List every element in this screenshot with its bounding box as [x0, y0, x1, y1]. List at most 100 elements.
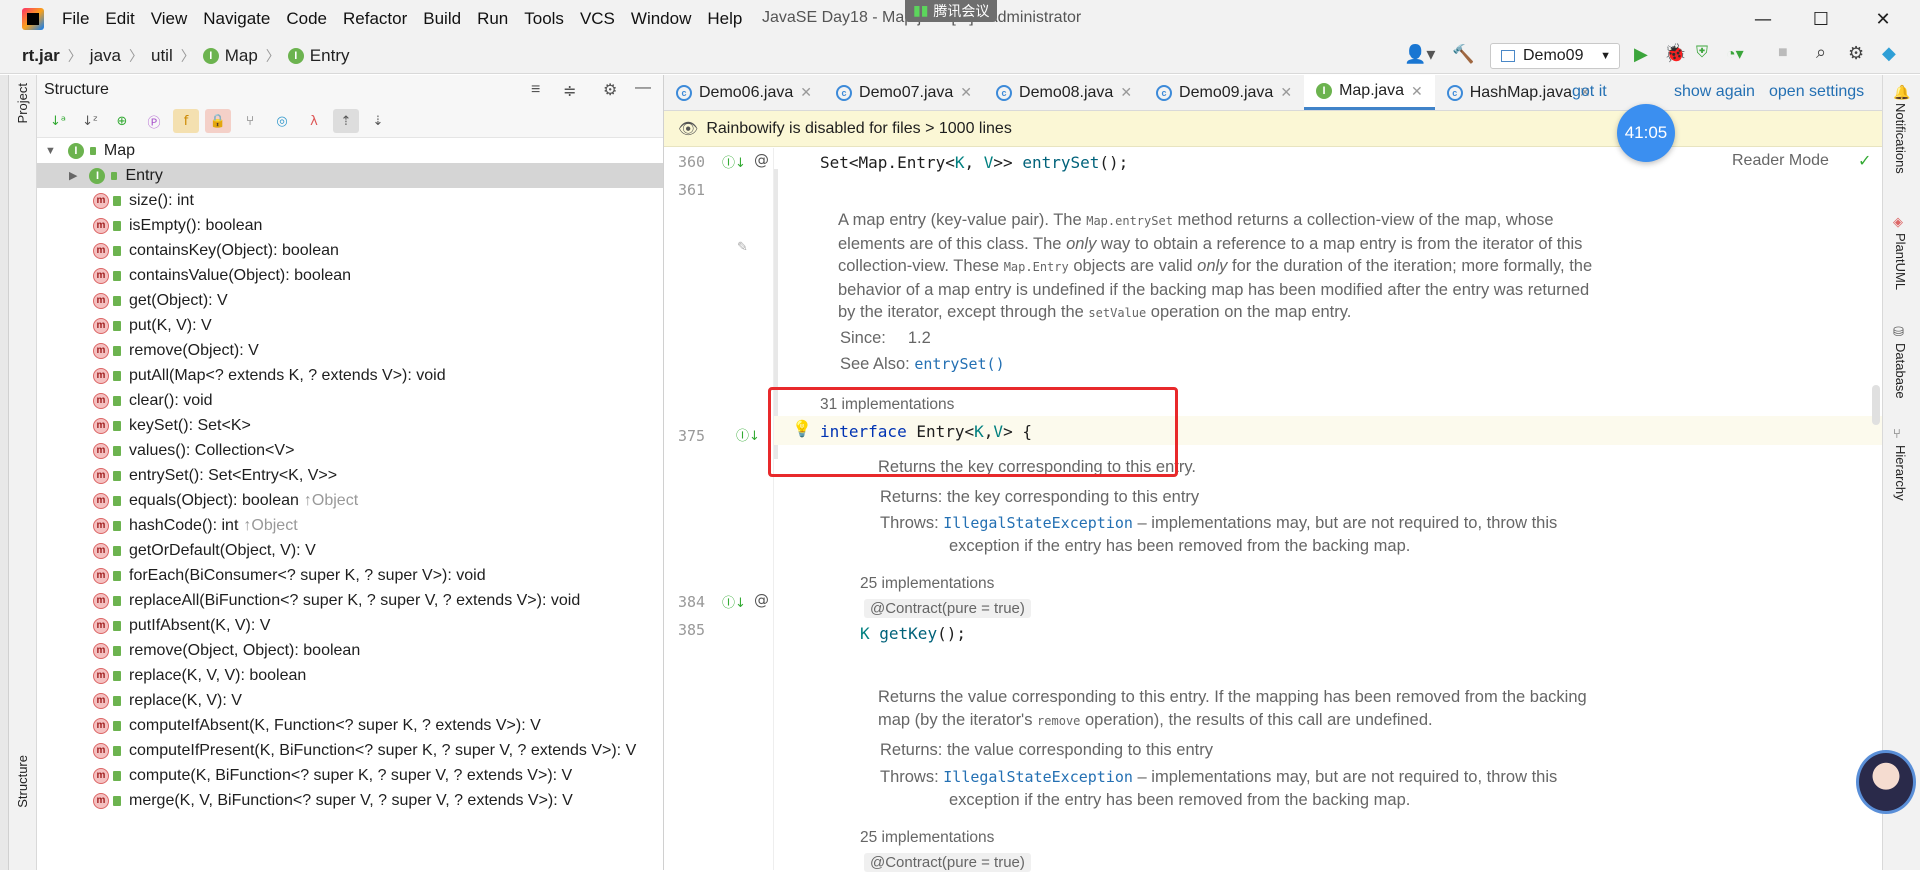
debug-icon[interactable]: 🐞 — [1664, 43, 1686, 64]
tab-demo07[interactable]: c Demo07.java ✕ — [824, 75, 984, 110]
menu-file[interactable]: File — [54, 9, 97, 29]
implementations-count[interactable]: 25 implementations — [860, 827, 994, 850]
code-line-384[interactable]: K getKey(); — [860, 624, 966, 643]
user-icon[interactable]: 👤▾ — [1404, 44, 1435, 65]
exception-link[interactable]: IllegalStateException — [943, 514, 1133, 532]
autoscroll-to-source-icon[interactable]: ⇡ — [333, 109, 359, 133]
tree-item-method[interactable]: m containsValue(Object): boolean — [37, 263, 663, 288]
coverage-icon[interactable]: ⛨ — [1696, 44, 1708, 62]
project-tool-button[interactable]: Project — [15, 83, 30, 123]
tree-item-method[interactable]: m containsKey(Object): boolean — [37, 238, 663, 263]
menu-view[interactable]: View — [143, 9, 196, 29]
hide-panel-icon[interactable]: — — [635, 79, 651, 97]
tab-demo06[interactable]: c Demo06.java ✕ — [664, 75, 824, 110]
exception-link[interactable]: IllegalStateException — [943, 768, 1133, 786]
code-line-360[interactable]: Set<Map.Entry<K, V>> entrySet(); — [820, 153, 1128, 172]
tree-item-method[interactable]: m size(): int — [37, 188, 663, 213]
expand-all-icon[interactable]: ≡ — [531, 81, 540, 99]
tree-item-method[interactable]: m replaceAll(BiFunction<? super K, ? supe… — [37, 588, 663, 613]
close-icon[interactable]: ✕ — [1280, 84, 1292, 101]
breadcrumb-jar[interactable]: rt.jar — [22, 46, 60, 66]
menu-code[interactable]: Code — [278, 9, 335, 29]
run-icon[interactable]: ▶ — [1634, 44, 1648, 65]
gear-icon[interactable]: ⚙ — [1848, 43, 1864, 64]
minimize-button[interactable]: — — [1734, 0, 1792, 38]
menu-tools[interactable]: Tools — [516, 9, 572, 29]
search-icon[interactable]: ⌕ — [1816, 42, 1826, 63]
reader-mode-button[interactable]: Reader Mode — [1732, 152, 1829, 170]
implementations-count[interactable]: 25 implementations — [860, 573, 994, 596]
gear-icon[interactable]: ⚙ — [603, 80, 617, 100]
show-properties-icon[interactable]: Ⓟ — [141, 109, 167, 133]
notifications-tool-button[interactable]: Notifications — [1893, 103, 1908, 174]
menu-navigate[interactable]: Navigate — [195, 9, 278, 29]
close-icon[interactable]: ✕ — [960, 84, 972, 101]
tab-map[interactable]: I Map.java ✕ — [1304, 75, 1435, 110]
menu-edit[interactable]: Edit — [97, 9, 142, 29]
show-non-public-icon[interactable]: 🔒 — [205, 109, 231, 133]
breadcrumb-util[interactable]: util — [151, 46, 173, 66]
structure-tool-button[interactable]: Structure — [15, 755, 30, 808]
tree-root-map[interactable]: ▼ I Map — [37, 138, 663, 163]
dont-show-again-link[interactable]: show again — [1674, 83, 1755, 101]
open-settings-link[interactable]: open settings — [1769, 83, 1864, 101]
menu-build[interactable]: Build — [415, 9, 469, 29]
tree-item-method[interactable]: m forEach(BiConsumer<? super K, ? super V… — [37, 563, 663, 588]
tree-item-method[interactable]: m computeIfPresent(K, BiFunction<? super … — [37, 738, 663, 763]
show-inherited-icon[interactable]: ⊕ — [109, 109, 135, 133]
tree-item-entry[interactable]: ▶ I Entry — [37, 163, 663, 188]
inspection-ok-icon[interactable]: ✓ — [1858, 151, 1871, 170]
tree-item-method[interactable]: m replace(K, V): V — [37, 688, 663, 713]
profile-icon[interactable]: ◔▾ — [1726, 44, 1744, 64]
tree-item-method[interactable]: m getOrDefault(Object, V): V — [37, 538, 663, 563]
tree-item-method[interactable]: m putAll(Map<? extends K, ? extends V>): … — [37, 363, 663, 388]
implementing-method-icon[interactable]: Ⓘ↓ — [722, 152, 746, 171]
tree-item-method[interactable]: m merge(K, V, BiFunction<? super V, ? sup… — [37, 788, 663, 813]
sort-alpha-icon[interactable]: ↓ᵃ — [45, 109, 71, 133]
tree-item-method[interactable]: m replace(K, V, V): boolean — [37, 663, 663, 688]
meeting-badge[interactable]: ▮▮ 腾讯会议 — [905, 0, 998, 22]
breadcrumb-java[interactable]: java — [90, 46, 121, 66]
database-icon[interactable]: ⛁ — [1893, 325, 1904, 340]
close-icon[interactable]: ✕ — [800, 84, 812, 101]
see-also-link[interactable]: entrySet() — [914, 355, 1004, 373]
database-tool-button[interactable]: Database — [1893, 343, 1908, 399]
bell-icon[interactable]: 🔔 — [1893, 85, 1910, 101]
show-fields-icon[interactable]: f — [173, 109, 199, 133]
edit-doc-icon[interactable]: ✎ — [737, 240, 748, 255]
sort-type-icon[interactable]: ↓ᶻ — [77, 109, 103, 133]
tree-item-method[interactable]: m get(Object): V — [37, 288, 663, 313]
tab-demo09[interactable]: c Demo09.java ✕ — [1144, 75, 1304, 110]
got-it-link[interactable]: got it — [1572, 83, 1607, 101]
menu-run[interactable]: Run — [469, 9, 516, 29]
menu-help[interactable]: Help — [699, 9, 750, 29]
tree-item-method[interactable]: m clear(): void — [37, 388, 663, 413]
breadcrumb-map[interactable]: I Map — [202, 46, 258, 66]
stop-icon[interactable]: ■ — [1778, 44, 1788, 62]
build-hammer-icon[interactable]: 🔨 — [1452, 44, 1474, 65]
close-icon[interactable]: ✕ — [1411, 83, 1423, 100]
tree-item-method[interactable]: m remove(Object): V — [37, 338, 663, 363]
tree-item-method[interactable]: m values(): Collection<V> — [37, 438, 663, 463]
tree-item-method[interactable]: m isEmpty(): boolean — [37, 213, 663, 238]
hierarchy-icon[interactable]: ⑂ — [1893, 427, 1901, 442]
hierarchy-tool-button[interactable]: Hierarchy — [1893, 445, 1908, 501]
editor-scrollbar[interactable] — [1872, 385, 1880, 425]
show-hierarchy-icon[interactable]: ⑂ — [237, 109, 263, 133]
tree-item-method[interactable]: m remove(Object, Object): boolean — [37, 638, 663, 663]
tree-item-method[interactable]: m hashCode(): int ↑Object — [37, 513, 663, 538]
tree-item-method[interactable]: m keySet(): Set<K> — [37, 413, 663, 438]
menu-vcs[interactable]: VCS — [572, 9, 623, 29]
plugin-icon[interactable]: ◆ — [1882, 43, 1896, 64]
menu-window[interactable]: Window — [623, 9, 699, 29]
tree-item-method[interactable]: m compute(K, BiFunction<? super K, ? supe… — [37, 763, 663, 788]
meeting-timer[interactable]: 41:05 — [1617, 104, 1675, 162]
annotation-at-icon[interactable]: @ — [754, 151, 769, 169]
implementing-method-icon[interactable]: Ⓘ↓ — [722, 592, 746, 611]
breadcrumb-entry[interactable]: I Entry — [287, 46, 349, 66]
autoscroll-from-source-icon[interactable]: ⇣ — [365, 109, 391, 133]
tree-item-method[interactable]: m putIfAbsent(K, V): V — [37, 613, 663, 638]
show-lambdas-icon[interactable]: λ — [301, 109, 327, 133]
show-anonymous-icon[interactable]: ◎ — [269, 109, 295, 133]
implemented-interface-icon[interactable]: Ⓘ↓ — [736, 425, 760, 444]
